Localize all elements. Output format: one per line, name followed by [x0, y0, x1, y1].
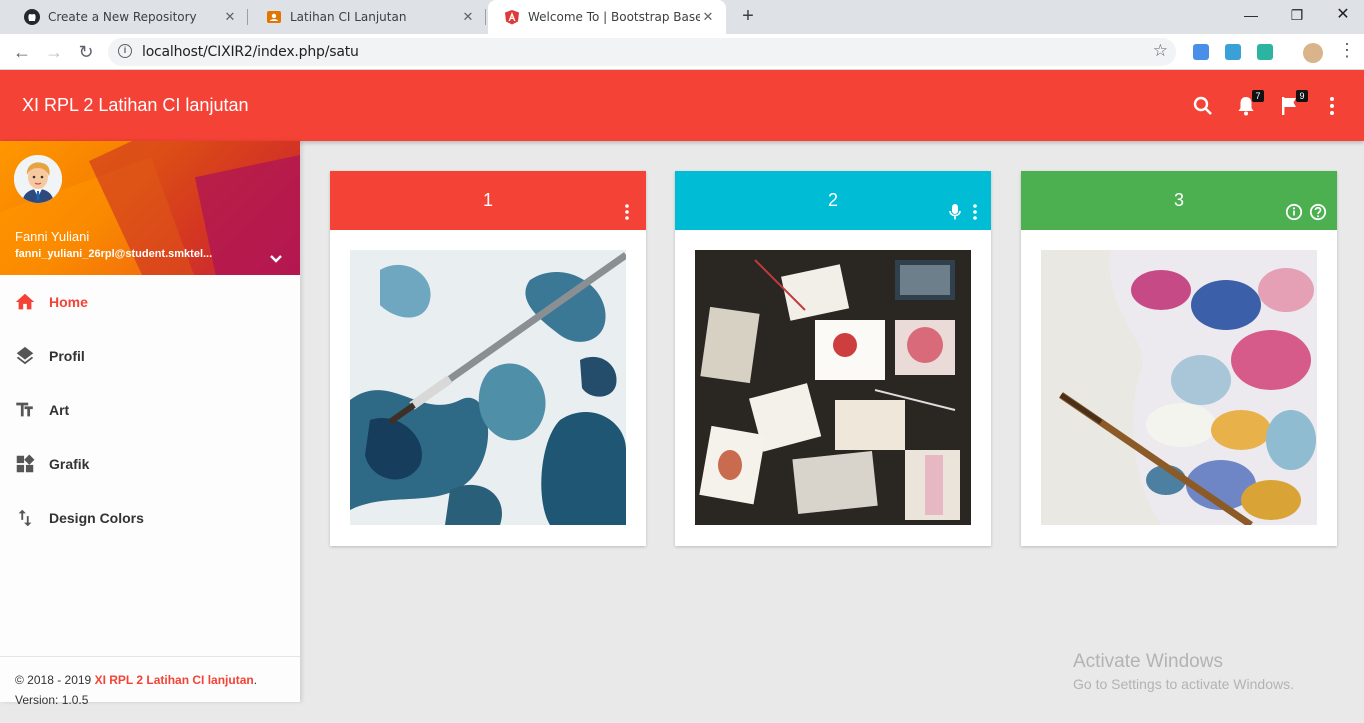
- sidebar-item-design-colors[interactable]: Design Colors: [0, 491, 300, 545]
- card-header: 1: [330, 171, 646, 230]
- sidebar-item-label: Art: [49, 402, 70, 418]
- sidebar-item-grafik[interactable]: Grafik: [0, 437, 300, 491]
- sidebar-item-home[interactable]: Home: [0, 275, 300, 329]
- card: 3: [1021, 171, 1337, 546]
- widgets-icon: [14, 453, 36, 475]
- close-icon[interactable]: ✕: [222, 10, 238, 25]
- browser-toolbar: ← → ↻ i localhost/CIXIR2/index.php/satu …: [0, 34, 1364, 70]
- address-bar[interactable]: i localhost/CIXIR2/index.php/satu ☆: [108, 38, 1176, 66]
- copyright-dot: .: [253, 673, 258, 687]
- extension-icon[interactable]: [1193, 44, 1209, 60]
- window-close-button[interactable]: ✕: [1320, 0, 1364, 34]
- tab-title: Latihan CI Lanjutan: [290, 10, 407, 24]
- user-name: Fanni Yuliani: [15, 229, 90, 244]
- card-title: 2: [827, 190, 838, 210]
- minimize-button[interactable]: —: [1228, 0, 1274, 34]
- copyright: © 2018 - 2019 XI RPL 2 Latihan CI lanjut…: [15, 673, 285, 687]
- text-fields-icon: [14, 399, 36, 421]
- forward-button[interactable]: →: [40, 38, 68, 66]
- home-icon: [14, 291, 36, 313]
- tab-title: Create a New Repository: [48, 10, 197, 24]
- more-vert-icon[interactable]: [618, 189, 636, 248]
- abstract-blue-paint-image: [350, 250, 626, 525]
- sidebar-item-label: Design Colors: [49, 510, 144, 526]
- sidebar-item-profil[interactable]: Profil: [0, 329, 300, 383]
- sidebar-item-label: Home: [49, 294, 88, 310]
- sidebar-footer: © 2018 - 2019 XI RPL 2 Latihan CI lanjut…: [0, 656, 300, 723]
- extension-icon[interactable]: [1257, 44, 1273, 60]
- sidebar-item-art[interactable]: Art: [0, 383, 300, 437]
- swap-vert-icon: [14, 507, 36, 529]
- footer-app-link[interactable]: XI RPL 2 Latihan CI lanjutan: [95, 673, 254, 687]
- notification-badge: 7: [1252, 90, 1264, 102]
- sidebar-item-label: Profil: [49, 348, 85, 364]
- restore-button[interactable]: ❐: [1274, 0, 1320, 34]
- reload-button[interactable]: ↻: [72, 38, 100, 66]
- search-icon[interactable]: [1191, 94, 1215, 118]
- app-title[interactable]: XI RPL 2 Latihan CI lanjutan: [22, 95, 248, 116]
- home-extension-icon[interactable]: [1225, 44, 1241, 60]
- browser-tab[interactable]: Create a New Repository ✕: [8, 0, 248, 34]
- notifications-icon[interactable]: 7: [1234, 90, 1264, 118]
- task-badge: 9: [1296, 90, 1308, 102]
- card: 2: [675, 171, 991, 546]
- layers-icon: [14, 345, 36, 367]
- new-tab-button[interactable]: +: [738, 5, 758, 28]
- card-title: 3: [1173, 190, 1184, 210]
- tab-title: Welcome To | Bootstrap Based Ad: [528, 10, 700, 24]
- back-button[interactable]: ←: [8, 38, 36, 66]
- info-icon[interactable]: [1285, 189, 1303, 248]
- sidebar-item-label: Grafik: [49, 456, 90, 472]
- browser-tab-bar: Create a New Repository ✕ Latihan CI Lan…: [0, 0, 1364, 34]
- card-header: 3: [1021, 171, 1337, 230]
- flag-icon[interactable]: 9: [1278, 90, 1308, 118]
- app-bar: XI RPL 2 Latihan CI lanjutan 7 9: [0, 70, 1364, 141]
- browser-tab[interactable]: Latihan CI Lanjutan ✕: [250, 0, 486, 34]
- paint-palette-image: [1041, 250, 1317, 525]
- user-info: Fanni Yuliani fanni_yuliani_26rpl@studen…: [0, 141, 300, 275]
- card: 1: [330, 171, 646, 546]
- more-vert-icon[interactable]: [1320, 94, 1344, 118]
- close-icon[interactable]: ✕: [700, 10, 716, 25]
- info-icon[interactable]: i: [118, 44, 132, 58]
- left-sidebar: Fanni Yuliani fanni_yuliani_26rpl@studen…: [0, 141, 300, 707]
- contact-icon: [266, 9, 282, 25]
- close-icon[interactable]: ✕: [460, 10, 476, 25]
- more-vert-icon[interactable]: [969, 189, 981, 248]
- avatar[interactable]: [14, 155, 62, 203]
- github-icon: [24, 9, 40, 25]
- sidebar-menu: Home Profil Art Grafik Design Colors: [0, 275, 300, 545]
- profile-avatar[interactable]: [1303, 43, 1323, 63]
- angular-icon: [504, 9, 520, 25]
- url-text[interactable]: localhost/CIXIR2/index.php/satu: [142, 44, 359, 60]
- mic-icon[interactable]: [947, 189, 963, 248]
- chrome-menu-icon[interactable]: ⋮: [1338, 40, 1356, 61]
- card-header: 2: [675, 171, 991, 230]
- help-icon[interactable]: [1309, 189, 1327, 248]
- version-text: Version: 1.0.5: [15, 693, 89, 707]
- chevron-down-icon[interactable]: [266, 249, 286, 269]
- card-title: 1: [482, 190, 493, 210]
- user-email: fanni_yuliani_26rpl@student.smktel...: [15, 248, 213, 260]
- activation-watermark-title: Activate Windows: [1073, 651, 1223, 672]
- art-supplies-flatlay-image: [695, 250, 971, 525]
- browser-tab-active[interactable]: Welcome To | Bootstrap Based Ad ✕: [488, 0, 726, 34]
- activation-watermark-text: Go to Settings to activate Windows.: [1073, 676, 1294, 692]
- copyright-text: © 2018 - 2019: [15, 673, 95, 687]
- bookmark-star-icon[interactable]: ☆: [1153, 41, 1168, 61]
